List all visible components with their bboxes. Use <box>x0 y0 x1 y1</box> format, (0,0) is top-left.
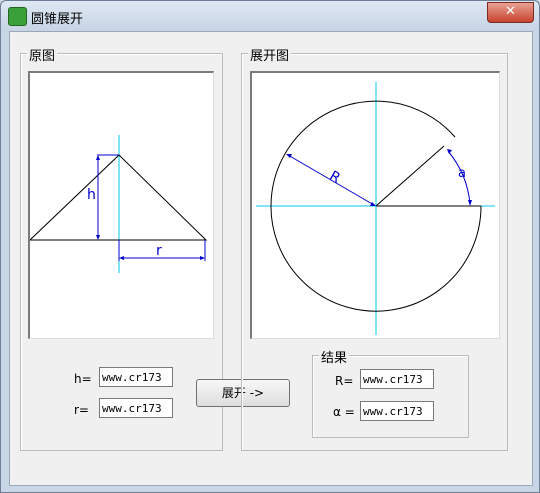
sector-drawing: R a <box>256 82 495 335</box>
r-input[interactable]: www.cr173 <box>99 398 173 418</box>
original-canvas: h r <box>28 71 214 339</box>
alpha-label: a <box>458 166 466 181</box>
r-field-label: r= <box>74 403 89 417</box>
R-arrow-inner <box>370 202 376 206</box>
h-arrow-top <box>96 155 100 160</box>
expanded-group: 展开图 R a 结果 R= www.cr173 α = www.cr173 <box>241 45 508 451</box>
title-bar[interactable]: 圆锥展开 ✕ <box>1 1 539 31</box>
original-group: 原图 h r h= www.cr173 r= www.cr173 <box>20 45 223 451</box>
sector-edge-slanted <box>375 145 445 207</box>
expanded-canvas: R a <box>250 71 500 339</box>
result-legend: 结果 <box>319 347 350 366</box>
client-area: 原图 h r h= www.cr173 r= www.cr173 展开 -> 展… <box>9 31 533 486</box>
h-input[interactable]: www.cr173 <box>99 367 173 387</box>
cone-drawing: h r <box>30 135 208 273</box>
R-arrow-outer <box>286 154 292 158</box>
close-button[interactable]: ✕ <box>487 2 534 23</box>
cone-triangle <box>30 154 208 241</box>
result-group: 结果 R= www.cr173 α = www.cr173 <box>312 347 469 438</box>
cone-app-icon <box>8 7 27 26</box>
alpha-arrow-bottom <box>468 200 472 206</box>
r-arrow-left <box>119 256 124 260</box>
original-legend: 原图 <box>27 45 58 64</box>
R-field-label: R= <box>335 374 354 388</box>
h-arrow-bottom <box>96 235 100 240</box>
R-label: R <box>327 168 344 187</box>
alpha-field-label: α = <box>333 405 355 419</box>
R-output[interactable]: www.cr173 <box>360 369 434 389</box>
h-field-label: h= <box>74 372 92 386</box>
app-window: 圆锥展开 ✕ 原图 h r h= www.cr173 r= www.cr173 … <box>0 0 540 493</box>
r-arrow-right <box>200 256 205 260</box>
window-title: 圆锥展开 <box>31 12 84 27</box>
alpha-arrow-top <box>447 149 452 154</box>
r-label: r <box>156 243 162 259</box>
h-label: h <box>87 187 96 203</box>
expanded-legend: 展开图 <box>248 45 292 64</box>
alpha-output[interactable]: www.cr173 <box>360 401 434 421</box>
